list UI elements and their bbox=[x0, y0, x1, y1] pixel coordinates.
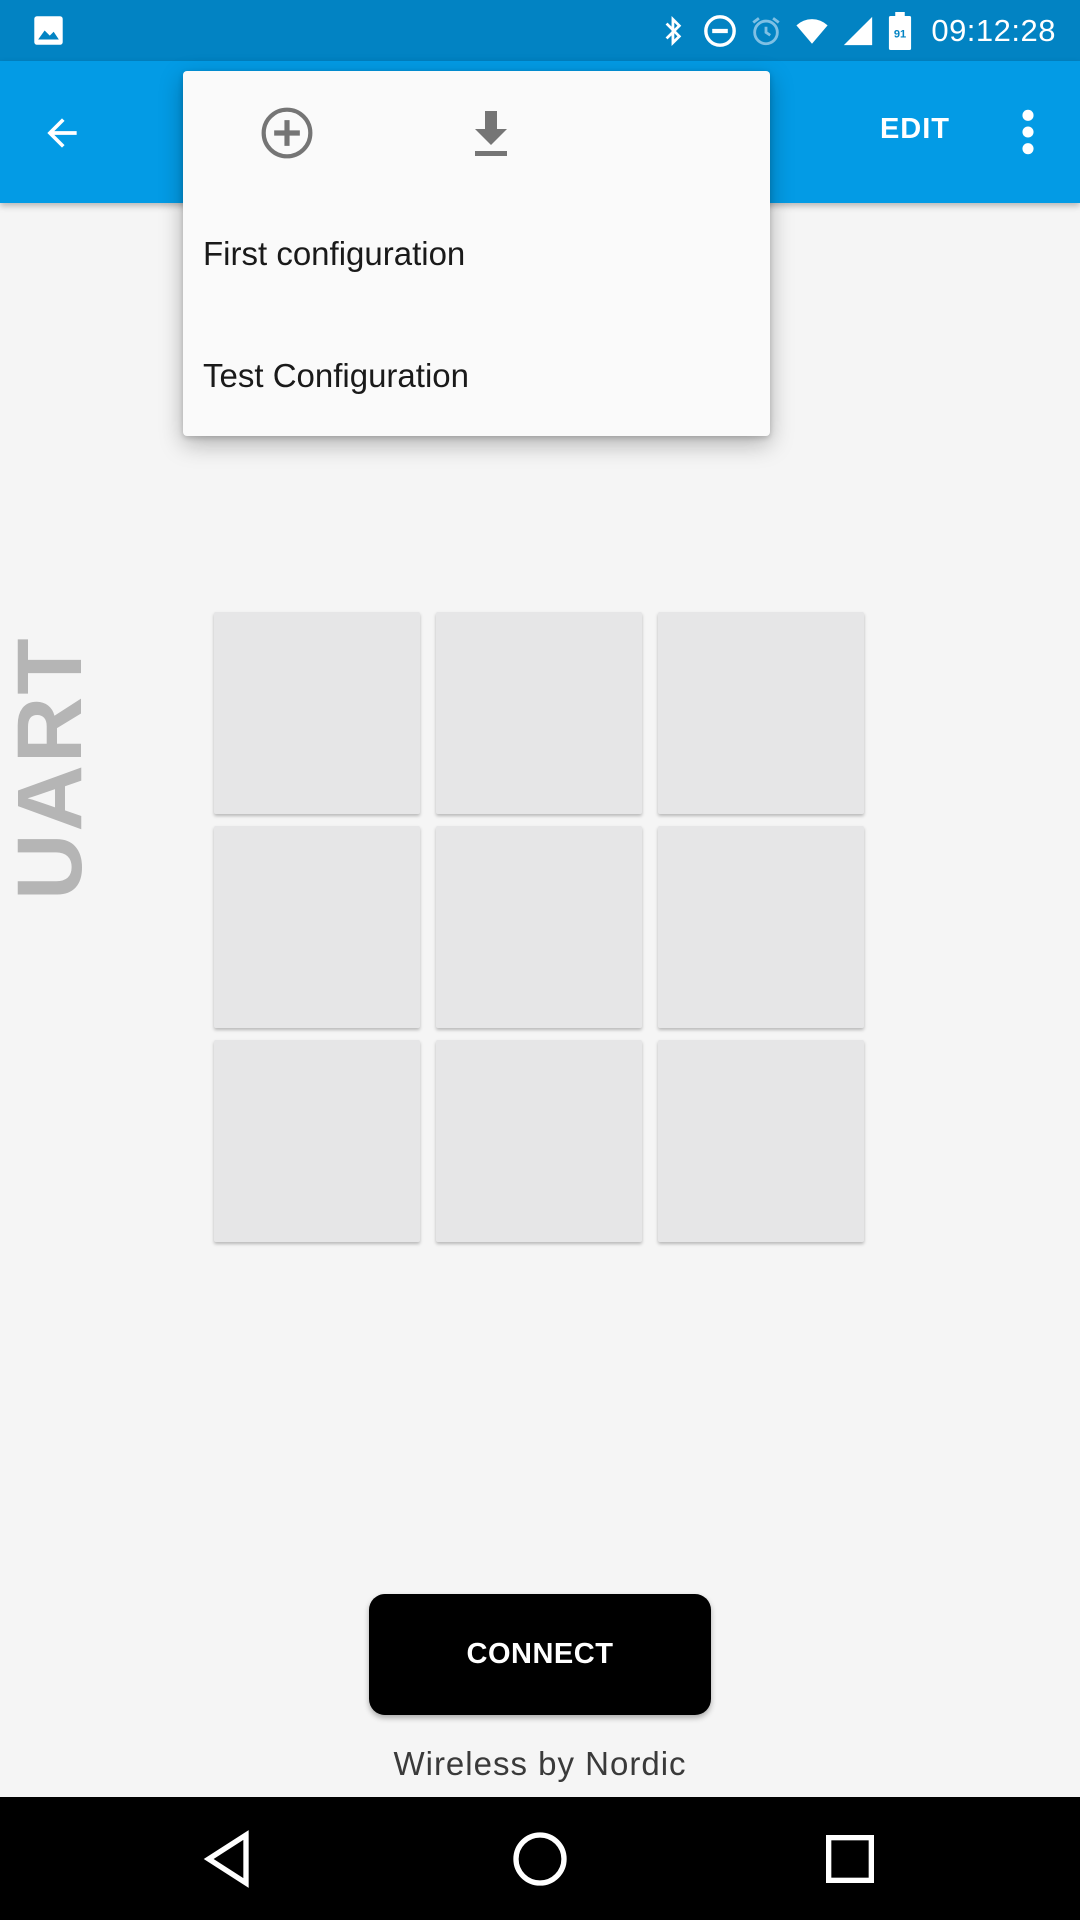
uart-side-label: UART bbox=[0, 636, 101, 900]
menu-item-first-configuration[interactable]: First configuration bbox=[203, 235, 465, 273]
battery-level: 91 bbox=[894, 28, 906, 40]
more-vert-icon[interactable] bbox=[1016, 107, 1040, 157]
battery-icon: 91 bbox=[887, 11, 913, 50]
grid-button-6[interactable] bbox=[658, 826, 864, 1028]
status-time: 09:12:28 bbox=[931, 12, 1056, 48]
grid-button-1[interactable] bbox=[214, 612, 420, 814]
configuration-popup-menu: First configuration Test Configuration bbox=[183, 71, 770, 436]
nav-home-icon[interactable] bbox=[508, 1827, 572, 1891]
status-bar: 91 09:12:28 bbox=[0, 0, 1080, 61]
menu-item-test-configuration[interactable]: Test Configuration bbox=[203, 357, 469, 395]
grid-button-7[interactable] bbox=[214, 1040, 420, 1242]
grid-button-3[interactable] bbox=[658, 612, 864, 814]
connect-button[interactable]: CONNECT bbox=[369, 1594, 711, 1715]
wifi-icon bbox=[795, 14, 829, 48]
grid-button-8[interactable] bbox=[436, 1040, 642, 1242]
nav-recents-icon[interactable] bbox=[818, 1827, 882, 1891]
do-not-disturb-icon bbox=[703, 14, 737, 48]
arrow-back-icon[interactable] bbox=[40, 111, 84, 155]
add-circle-icon[interactable] bbox=[259, 105, 315, 161]
grid-button-9[interactable] bbox=[658, 1040, 864, 1242]
grid-button-2[interactable] bbox=[436, 612, 642, 814]
download-icon[interactable] bbox=[467, 107, 515, 159]
image-icon bbox=[34, 16, 63, 45]
navigation-bar bbox=[0, 1797, 1080, 1920]
footer-text: Wireless by Nordic bbox=[393, 1745, 687, 1782]
bluetooth-icon bbox=[657, 14, 691, 48]
cellular-signal-icon bbox=[841, 14, 875, 48]
edit-button[interactable]: EDIT bbox=[880, 113, 950, 146]
button-grid bbox=[214, 612, 864, 1244]
nav-back-icon[interactable] bbox=[198, 1827, 262, 1891]
status-icons: 91 09:12:28 bbox=[657, 0, 1080, 61]
grid-button-5[interactable] bbox=[436, 826, 642, 1028]
grid-button-4[interactable] bbox=[214, 826, 420, 1028]
alarm-icon bbox=[749, 14, 783, 48]
